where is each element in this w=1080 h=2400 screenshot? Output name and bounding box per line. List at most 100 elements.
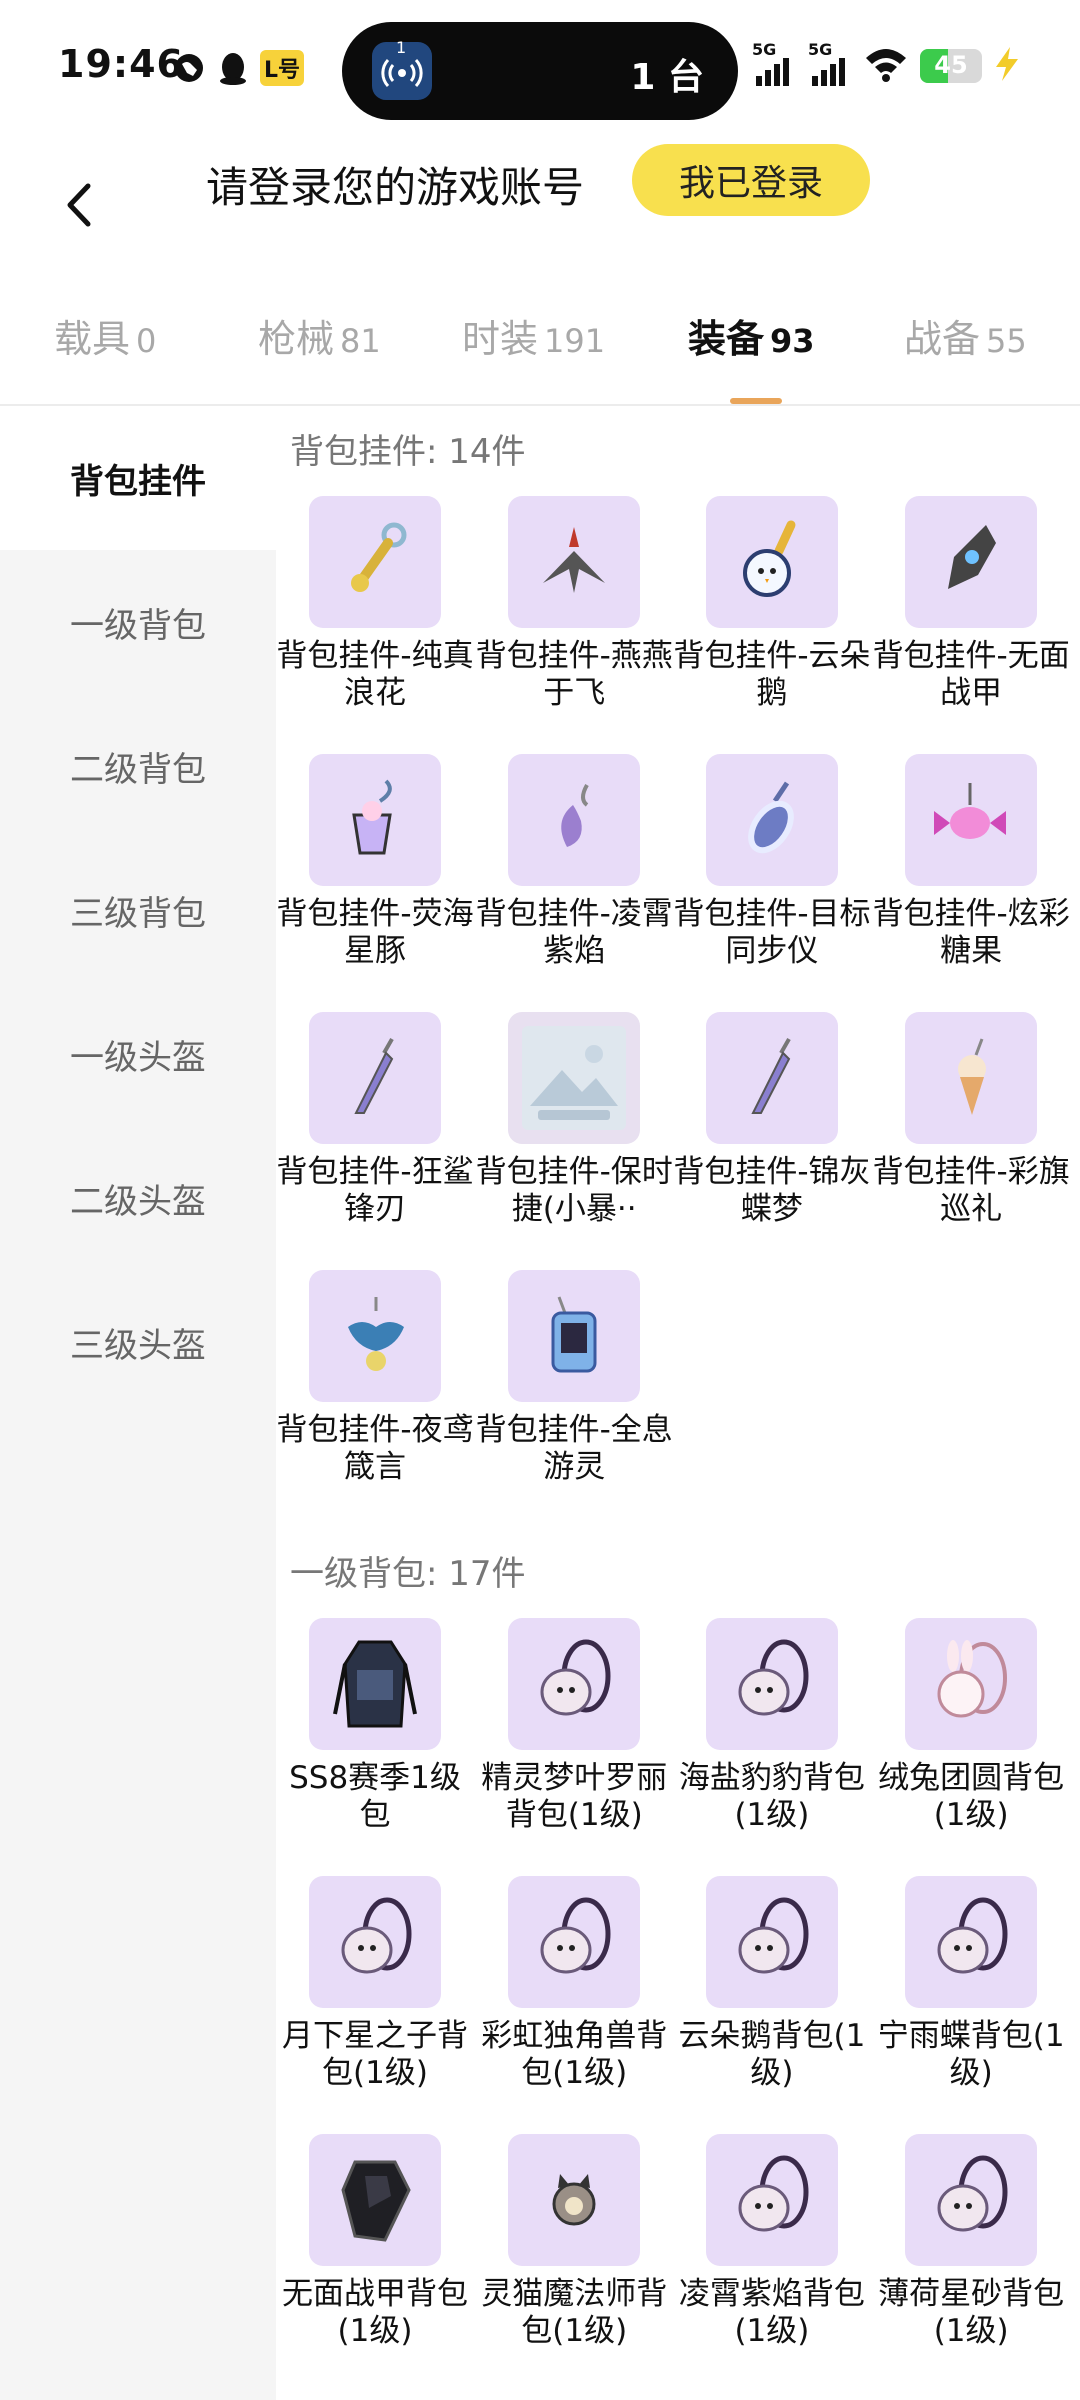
globe-icon: [172, 51, 206, 85]
pouch-bag-icon: [705, 1618, 838, 1750]
blade-charm-icon: [309, 1012, 441, 1144]
qq-penguin-icon: [216, 51, 250, 85]
island-text: 1 台: [630, 57, 704, 98]
item-card[interactable]: 背包挂件-炫彩糖果: [872, 754, 1070, 970]
item-card[interactable]: 背包挂件-保时捷(小暴··: [475, 1012, 673, 1228]
pouch-bag-icon: [705, 1876, 838, 2008]
item-card[interactable]: 背包挂件-锦灰蝶梦: [673, 1012, 871, 1228]
armor-charm-icon: [905, 496, 1038, 628]
back-button[interactable]: [44, 170, 114, 240]
pouch-bag-icon: [508, 1876, 641, 2008]
tab-battle-prep[interactable]: 战备 55: [904, 308, 1027, 378]
item-label: 背包挂件-荧海星豚: [276, 896, 474, 969]
armor-bag-icon: [309, 2134, 441, 2266]
item-card[interactable]: 背包挂件-无面战甲: [872, 496, 1070, 712]
item-card[interactable]: 背包挂件-彩旗巡礼: [872, 1012, 1070, 1228]
tab-vehicles[interactable]: 载具 0: [54, 308, 156, 378]
item-label: 背包挂件-燕燕于飞: [475, 638, 673, 711]
page-title: 请登录您的游戏账号: [206, 163, 585, 212]
device-charm-icon: [508, 1270, 641, 1402]
item-card[interactable]: 海盐豹豹背包(1级): [673, 1618, 871, 1834]
item-label: 灵猫魔法师背包(1级): [481, 2276, 668, 2349]
blade-charm-icon: [705, 1012, 838, 1144]
sidebar-item-backpack-charms[interactable]: 背包挂件: [0, 406, 276, 550]
item-card[interactable]: 彩虹独角兽背包(1级): [475, 1876, 673, 2092]
item-label: 背包挂件-目标同步仪: [673, 896, 871, 969]
cat-bag-icon: [508, 2134, 641, 2266]
item-label: 背包挂件-纯真浪花: [276, 638, 474, 711]
item-card[interactable]: 精灵梦叶罗丽背包(1级): [475, 1618, 673, 1834]
carrier-badge: L号: [260, 50, 305, 86]
item-label: 背包挂件-狂鲨锋刃: [276, 1154, 474, 1227]
item-label: 海盐豹豹背包(1级): [678, 1760, 865, 1833]
item-label: 背包挂件-全息游灵: [475, 1412, 673, 1485]
item-card[interactable]: 背包挂件-燕燕于飞: [475, 496, 673, 712]
tab-firearms[interactable]: 枪械 81: [258, 308, 381, 378]
item-label: 无面战甲背包(1级): [282, 2276, 468, 2349]
icecream-charm-icon: [905, 1012, 1038, 1144]
drink-charm-icon: [309, 754, 441, 886]
item-label: 背包挂件-炫彩糖果: [872, 896, 1070, 969]
charging-icon: [994, 47, 1020, 85]
item-card[interactable]: 背包挂件-纯真浪花: [276, 496, 474, 712]
item-label: 宁雨蝶背包(1级): [877, 2018, 1065, 2091]
item-label: 绒兔团圆背包(1级): [878, 1760, 1065, 1833]
item-card[interactable]: 无面战甲背包(1级): [276, 2134, 474, 2350]
item-label: 背包挂件-保时捷(小暴··: [475, 1154, 673, 1227]
pouch-bag-icon: [508, 1618, 641, 1750]
item-label: 彩虹独角兽背包(1级): [481, 2018, 668, 2091]
item-card[interactable]: 背包挂件-狂鲨锋刃: [276, 1012, 474, 1228]
item-card[interactable]: 薄荷星砂背包(1级): [872, 2134, 1070, 2350]
signal-icon: 5G: [808, 40, 852, 88]
section-title: 背包挂件: 14件: [290, 432, 526, 472]
tab-equipment[interactable]: 装备 93: [688, 308, 815, 378]
sidebar-item-level3-helmet[interactable]: 三级头盔: [0, 1270, 276, 1414]
logged-in-button[interactable]: 我已登录: [632, 144, 870, 216]
item-card[interactable]: 背包挂件-夜鸢箴言: [276, 1270, 474, 1486]
item-label: 凌霄紫焰背包(1级): [678, 2276, 865, 2349]
signal-icon: 5G: [752, 40, 796, 88]
item-card[interactable]: 灵猫魔法师背包(1级): [475, 2134, 673, 2350]
page-header: 请登录您的游戏账号 我已登录: [0, 140, 1080, 270]
item-card[interactable]: SS8赛季1级包: [276, 1618, 474, 1834]
item-card[interactable]: 背包挂件-凌霄紫焰: [475, 754, 673, 970]
item-label: 背包挂件-锦灰蝶梦: [673, 1154, 871, 1227]
section-title: 一级背包: 17件: [290, 1554, 526, 1594]
sidebar-item-level2-helmet[interactable]: 二级头盔: [0, 1126, 276, 1270]
item-card[interactable]: 云朵鹅背包(1级): [673, 1876, 871, 2092]
dynamic-island[interactable]: 1 1 台: [342, 22, 738, 120]
tab-fashion[interactable]: 时装 191: [462, 308, 605, 378]
goose-charm-icon: [705, 496, 838, 628]
category-sidebar: 背包挂件 一级背包 二级背包 三级背包 一级头盔 二级头盔 三级头盔: [0, 406, 276, 2400]
item-label: 背包挂件-夜鸢箴言: [276, 1412, 474, 1485]
item-card[interactable]: 绒兔团圆背包(1级): [872, 1618, 1070, 1834]
sidebar-item-level2-backpack[interactable]: 二级背包: [0, 694, 276, 838]
active-tab-indicator: [730, 398, 782, 404]
item-label: 云朵鹅背包(1级): [678, 2018, 866, 2091]
sidebar-item-level3-backpack[interactable]: 三级背包: [0, 838, 276, 982]
sidebar-item-level1-backpack[interactable]: 一级背包: [0, 550, 276, 694]
backpack-icon: [309, 1618, 441, 1750]
item-card[interactable]: 背包挂件-云朵鹅: [673, 496, 871, 712]
item-card[interactable]: 月下星之子背包(1级): [276, 1876, 474, 2092]
candy-charm-icon: [905, 754, 1038, 886]
status-right-icons: 5G 5G 45: [752, 40, 1020, 88]
flame-charm-icon: [508, 754, 641, 886]
item-label: 月下星之子背包(1级): [282, 2018, 468, 2091]
item-label: 背包挂件-彩旗巡礼: [872, 1154, 1070, 1227]
sidebar-item-level1-helmet[interactable]: 一级头盔: [0, 982, 276, 1126]
item-card[interactable]: 背包挂件-目标同步仪: [673, 754, 871, 970]
item-card[interactable]: 宁雨蝶背包(1级): [872, 1876, 1070, 2092]
item-label: 精灵梦叶罗丽背包(1级): [481, 1760, 668, 1833]
item-card[interactable]: 背包挂件-全息游灵: [475, 1270, 673, 1486]
item-grid-panel[interactable]: 背包挂件: 14件 背包挂件-纯真浪花 背包挂件-燕燕于飞 背包挂件-云朵鹅 背包挂件…: [276, 406, 1080, 2400]
item-card[interactable]: 背包挂件-荧海星豚: [276, 754, 474, 970]
pouch-bag-icon: [905, 2134, 1038, 2266]
pouch-bag-icon: [705, 2134, 838, 2266]
item-card[interactable]: 凌霄紫焰背包(1级): [673, 2134, 871, 2350]
chevron-left-icon: [67, 183, 91, 227]
island-app-number: 1: [396, 38, 407, 57]
pouch-bag-icon: [309, 1876, 441, 2008]
item-label: 背包挂件-凌霄紫焰: [475, 896, 673, 969]
status-bar: 19:46 L号 1 1 台 5G 5G 45: [0, 0, 1080, 140]
